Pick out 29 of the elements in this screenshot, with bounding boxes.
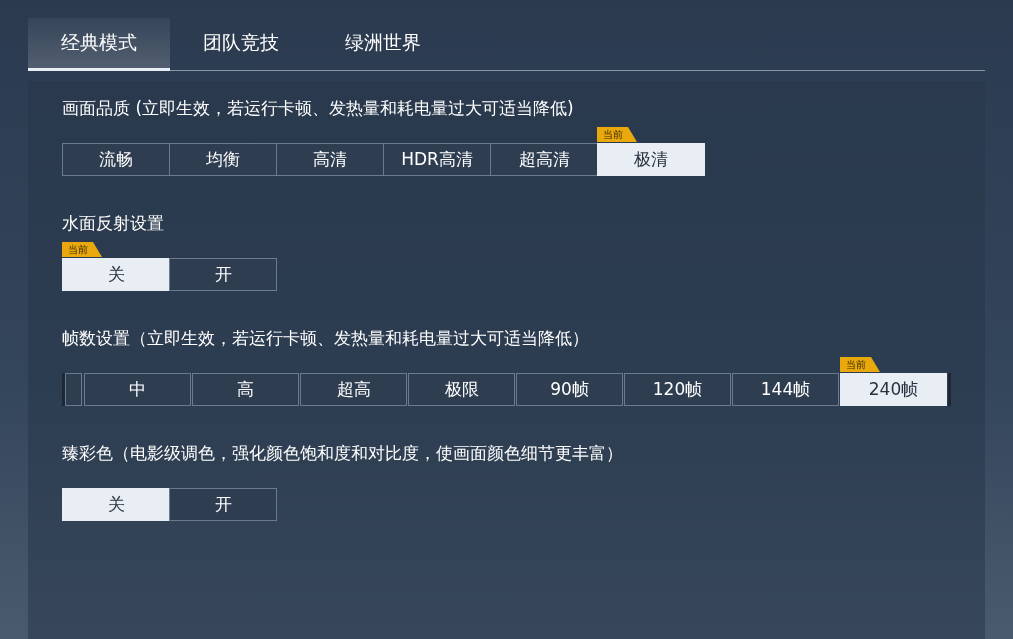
current-badge: 当前 — [840, 357, 880, 372]
option-button[interactable]: 流畅 — [62, 143, 170, 176]
section-title: 水面反射设置 — [62, 212, 165, 235]
option-button[interactable]: 144帧 — [732, 373, 839, 406]
option-button[interactable]: 120帧 — [624, 373, 731, 406]
option-button[interactable]: 关 — [62, 488, 170, 521]
option-button[interactable]: 均衡 — [169, 143, 277, 176]
option-button[interactable]: 超高 — [300, 373, 407, 406]
option-button[interactable]: 极清 — [597, 143, 705, 176]
tab[interactable]: 团队竞技 — [170, 18, 312, 71]
tab[interactable]: 经典模式 — [28, 18, 170, 71]
option-button[interactable]: 中 — [84, 373, 191, 406]
section-title: 画面品质 (立即生效，若运行卡顿、发热量和耗电量过大可适当降低) — [62, 97, 575, 120]
tab[interactable]: 绿洲世界 — [312, 18, 454, 71]
option-button[interactable]: 关 — [62, 258, 170, 291]
partial-option-button[interactable] — [65, 373, 82, 406]
option-button[interactable]: HDR高清 — [383, 143, 491, 176]
option-button[interactable]: 高 — [192, 373, 299, 406]
option-button[interactable]: 240帧 — [840, 373, 947, 406]
section-title: 臻彩色（电影级调色，强化颜色饱和度和对比度，使画面颜色细节更丰富） — [62, 442, 624, 465]
option-button[interactable]: 开 — [169, 488, 277, 521]
current-badge: 当前 — [62, 242, 102, 257]
option-button[interactable]: 开 — [169, 258, 277, 291]
option-button[interactable]: 超高清 — [490, 143, 598, 176]
option-button[interactable]: 极限 — [408, 373, 515, 406]
current-badge: 当前 — [597, 127, 637, 142]
section-title: 帧数设置（立即生效，若运行卡顿、发热量和耗电量过大可适当降低） — [62, 327, 590, 350]
option-button[interactable]: 高清 — [276, 143, 384, 176]
option-button[interactable]: 90帧 — [516, 373, 623, 406]
